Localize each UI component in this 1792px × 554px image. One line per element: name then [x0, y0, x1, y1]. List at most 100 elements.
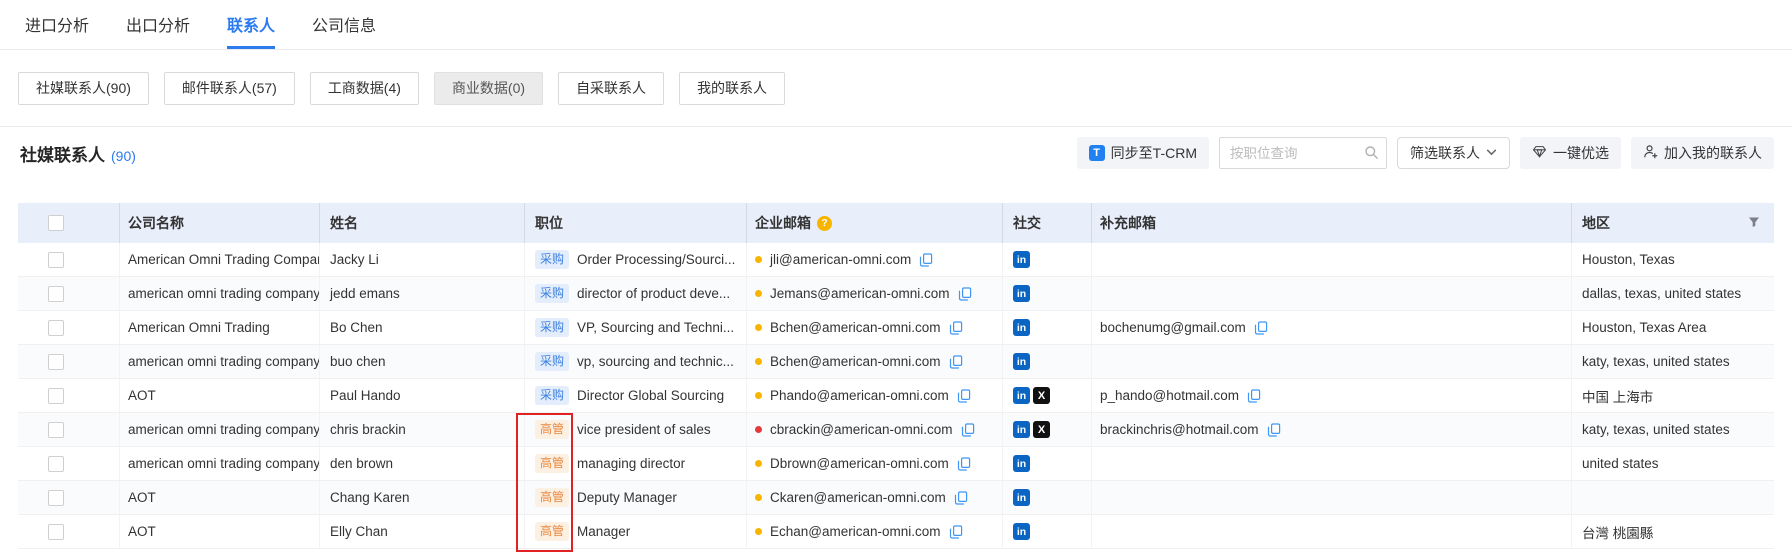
- copy-icon[interactable]: [957, 389, 971, 403]
- row-checkbox[interactable]: [48, 456, 64, 472]
- filter-self-collected[interactable]: 自采联系人: [558, 72, 664, 105]
- linkedin-icon[interactable]: in: [1013, 387, 1030, 404]
- add-to-my-contacts-label: 加入我的联系人: [1664, 143, 1762, 163]
- table-row[interactable]: AOT Paul Hando 采购Director Global Sourcin…: [18, 379, 1774, 413]
- email-status-dot: [755, 528, 762, 535]
- copy-icon[interactable]: [958, 287, 972, 301]
- col-header-social: 社交: [1003, 203, 1092, 243]
- search-icon[interactable]: [1364, 145, 1379, 165]
- col-header-region: 地区: [1572, 203, 1774, 243]
- copy-icon[interactable]: [1267, 423, 1281, 437]
- select-all-checkbox[interactable]: [48, 215, 64, 231]
- copy-icon[interactable]: [1247, 389, 1261, 403]
- table-row[interactable]: AOT Chang Karen 高管Deputy Manager Ckaren@…: [18, 481, 1774, 515]
- role-tag: 采购: [535, 318, 569, 337]
- col-header-position: 职位: [525, 203, 747, 243]
- sync-tcrm-button[interactable]: T 同步至T-CRM: [1077, 137, 1209, 169]
- tab-bar: 进口分析 出口分析 联系人 公司信息: [0, 0, 1792, 50]
- linkedin-icon[interactable]: in: [1013, 523, 1030, 540]
- copy-icon[interactable]: [949, 355, 963, 369]
- filter-contacts-label: 筛选联系人: [1410, 143, 1480, 163]
- row-checkbox[interactable]: [48, 422, 64, 438]
- contact-count-badge: (90): [111, 148, 136, 164]
- role-tag: 高管: [535, 420, 569, 439]
- tab-contacts[interactable]: 联系人: [227, 0, 275, 49]
- filter-my-contacts[interactable]: 我的联系人: [679, 72, 785, 105]
- table-row[interactable]: american omni trading company, llc jedd …: [18, 277, 1774, 311]
- table-row[interactable]: AOT Elly Chan 高管Manager Echan@american-o…: [18, 515, 1774, 549]
- email-status-dot: [755, 494, 762, 501]
- tab-import-analysis[interactable]: 进口分析: [25, 0, 89, 49]
- col-header-company: 公司名称: [120, 203, 320, 243]
- person-plus-icon: [1643, 144, 1658, 162]
- filter-email-contacts[interactable]: 邮件联系人(57): [164, 72, 295, 105]
- copy-icon[interactable]: [919, 253, 933, 267]
- sync-tcrm-label: 同步至T-CRM: [1111, 143, 1197, 163]
- role-tag: 采购: [535, 284, 569, 303]
- filter-contacts-dropdown[interactable]: 筛选联系人: [1397, 137, 1510, 169]
- copy-icon[interactable]: [954, 491, 968, 505]
- linkedin-icon[interactable]: in: [1013, 455, 1030, 472]
- one-click-pick-label: 一键优选: [1553, 143, 1609, 163]
- row-checkbox[interactable]: [48, 252, 64, 268]
- email-status-dot: [755, 426, 762, 433]
- tab-company-info[interactable]: 公司信息: [312, 0, 376, 49]
- linkedin-icon[interactable]: in: [1013, 421, 1030, 438]
- linkedin-icon[interactable]: in: [1013, 489, 1030, 506]
- page-title: 社媒联系人: [20, 141, 105, 166]
- filter-funnel-icon[interactable]: [1748, 215, 1760, 231]
- role-tag: 高管: [535, 454, 569, 473]
- tab-export-analysis[interactable]: 出口分析: [126, 0, 190, 49]
- email-status-dot: [755, 256, 762, 263]
- table-header-row: 公司名称 姓名 职位 企业邮箱 ? 社交 补充邮箱 地区: [18, 203, 1774, 243]
- email-status-dot: [755, 358, 762, 365]
- table-row[interactable]: American Omni Trading Bo Chen 采购VP, Sour…: [18, 311, 1774, 345]
- role-tag: 高管: [535, 522, 569, 541]
- row-checkbox[interactable]: [48, 490, 64, 506]
- table-row[interactable]: American Omni Trading Company, Jacky Li …: [18, 243, 1774, 277]
- filter-commercial-data[interactable]: 商业数据(0): [434, 72, 543, 105]
- row-checkbox[interactable]: [48, 354, 64, 370]
- linkedin-icon[interactable]: in: [1013, 251, 1030, 268]
- role-tag: 采购: [535, 386, 569, 405]
- position-search-input[interactable]: [1219, 137, 1387, 169]
- x-twitter-icon[interactable]: X: [1033, 387, 1050, 404]
- contact-source-filterbar: 社媒联系人(90) 邮件联系人(57) 工商数据(4) 商业数据(0) 自采联系…: [0, 50, 1792, 127]
- filter-business-registry[interactable]: 工商数据(4): [310, 72, 419, 105]
- col-header-supp-email: 补充邮箱: [1092, 203, 1572, 243]
- table-row[interactable]: american omni trading company, llc buo c…: [18, 345, 1774, 379]
- gem-icon: [1532, 144, 1547, 162]
- contacts-table: 公司名称 姓名 职位 企业邮箱 ? 社交 补充邮箱 地区 American Om…: [18, 203, 1774, 549]
- linkedin-icon[interactable]: in: [1013, 353, 1030, 370]
- row-checkbox[interactable]: [48, 320, 64, 336]
- chevron-down-icon: [1486, 145, 1497, 161]
- email-status-dot: [755, 324, 762, 331]
- linkedin-icon[interactable]: in: [1013, 285, 1030, 302]
- role-tag: 高管: [535, 488, 569, 507]
- row-checkbox[interactable]: [48, 388, 64, 404]
- linkedin-icon[interactable]: in: [1013, 319, 1030, 336]
- add-to-my-contacts-button[interactable]: 加入我的联系人: [1631, 137, 1774, 169]
- tcrm-logo-icon: T: [1089, 145, 1105, 161]
- copy-icon[interactable]: [1254, 321, 1268, 335]
- filter-social-contacts[interactable]: 社媒联系人(90): [18, 72, 149, 105]
- row-checkbox[interactable]: [48, 524, 64, 540]
- col-header-name: 姓名: [320, 203, 525, 243]
- table-row[interactable]: american omni trading company, llc chris…: [18, 413, 1774, 447]
- email-status-dot: [755, 392, 762, 399]
- section-header: 社媒联系人 (90) T 同步至T-CRM 筛选联系人: [0, 127, 1792, 179]
- copy-icon[interactable]: [957, 457, 971, 471]
- copy-icon[interactable]: [961, 423, 975, 437]
- copy-icon[interactable]: [949, 525, 963, 539]
- email-status-dot: [755, 460, 762, 467]
- x-twitter-icon[interactable]: X: [1033, 421, 1050, 438]
- table-row[interactable]: american omni trading company, llc den b…: [18, 447, 1774, 481]
- help-icon[interactable]: ?: [817, 216, 832, 231]
- email-status-dot: [755, 290, 762, 297]
- row-checkbox[interactable]: [48, 286, 64, 302]
- table-body: American Omni Trading Company, Jacky Li …: [18, 243, 1774, 549]
- one-click-pick-button[interactable]: 一键优选: [1520, 137, 1621, 169]
- col-header-email: 企业邮箱 ?: [747, 203, 1003, 243]
- copy-icon[interactable]: [949, 321, 963, 335]
- role-tag: 采购: [535, 352, 569, 371]
